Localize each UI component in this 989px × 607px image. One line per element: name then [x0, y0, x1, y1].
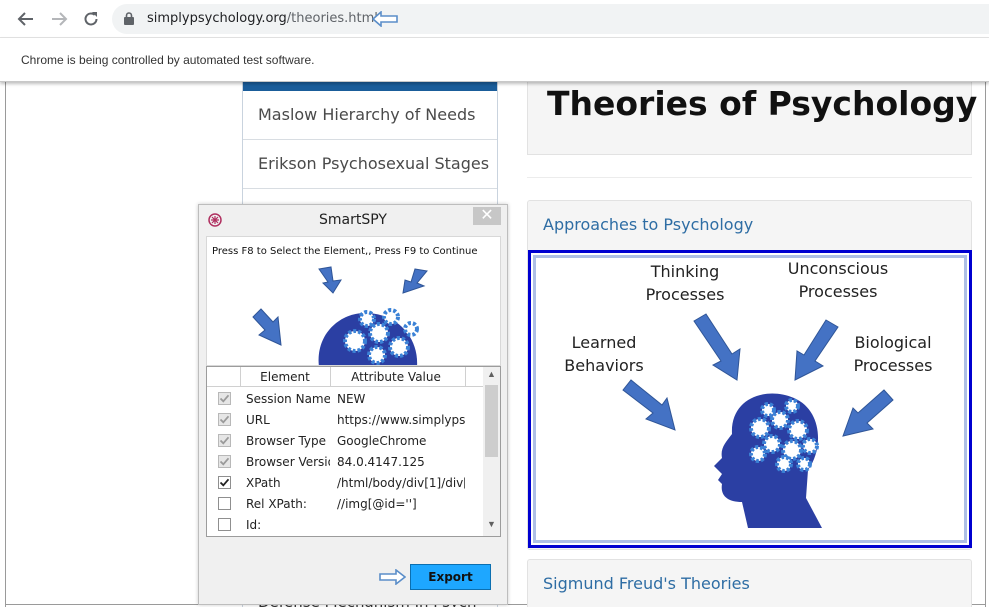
row-element: URL: [246, 413, 270, 427]
row-value: GoogleChrome: [337, 434, 427, 448]
approaches-card: Approaches to Psychology Thinking Proces…: [527, 200, 972, 550]
browser-toolbar: simplypsychology.org/theories.html: [0, 0, 989, 38]
grid-header: Element Attribute Value: [207, 367, 483, 387]
row-element: Browser Type: [246, 434, 327, 448]
table-row[interactable]: XPath /html/body/div[1]/div[3: [207, 473, 483, 494]
forward-button[interactable]: [47, 7, 71, 31]
spy-arrow-icon-2: [402, 268, 428, 294]
checkmark-icon: [219, 436, 230, 445]
psychology-figure: Thinking Processes Unconscious Processes…: [564, 259, 933, 528]
page-title-box: Theories of Psychology: [527, 82, 977, 155]
row-element: Rel XPath:: [246, 497, 307, 511]
row-element: Session Name: [246, 392, 330, 406]
arrow-unconscious-icon: [794, 319, 839, 381]
address-bar[interactable]: simplypsychology.org/theories.html: [112, 4, 989, 34]
page-right-border: [985, 82, 986, 607]
menu-item-erikson[interactable]: Erikson Psychosexual Stages: [243, 140, 497, 189]
arrow-biological-icon: [842, 389, 894, 437]
row-checkbox[interactable]: [218, 476, 231, 489]
arrow-learned-icon: [622, 379, 676, 431]
automation-infobar: Chrome is being controlled by automated …: [0, 38, 989, 82]
checkmark-icon: [219, 457, 230, 466]
smartspy-title: SmartSPY: [319, 212, 387, 228]
instruction-panel: Press F8 to Select the Element,, Press F…: [206, 236, 501, 366]
scroll-up-icon[interactable]: ▲: [487, 369, 496, 379]
menu-item-maslow[interactable]: Maslow Hierarchy of Needs: [243, 91, 497, 140]
row-element: XPath: [246, 476, 281, 490]
table-row[interactable]: Rel XPath: //img[@id='']: [207, 494, 483, 515]
row-checkbox[interactable]: [218, 497, 231, 510]
scroll-thumb[interactable]: [485, 385, 498, 457]
spy-arrow-icon-3: [252, 308, 282, 346]
smartspy-window: SmartSPY ✕ Press F8 to Select the Elemen…: [198, 204, 508, 605]
arrow-left-annotation-icon: [372, 11, 398, 27]
label-unconscious-2: Processes: [799, 282, 878, 301]
divider: [527, 177, 972, 178]
spy-arrow-icon-1: [318, 266, 342, 294]
table-row[interactable]: Browser Type GoogleChrome: [207, 431, 483, 452]
label-learned-2: Behaviors: [564, 356, 643, 375]
column-header-element[interactable]: Element: [240, 370, 330, 384]
row-value: https://www.simplypsych: [337, 413, 465, 427]
reload-button[interactable]: [79, 7, 103, 31]
row-value: /html/body/div[1]/div[3: [337, 476, 465, 490]
checkmark-icon: [219, 394, 230, 403]
export-button[interactable]: Export: [410, 564, 491, 590]
label-biological-2: Processes: [854, 356, 933, 375]
table-row[interactable]: Id:: [207, 515, 483, 536]
row-value: //img[@id='']: [337, 497, 417, 511]
label-thinking-2: Processes: [646, 285, 725, 304]
arrow-left-icon: [17, 12, 33, 26]
instruction-illustration: [252, 266, 428, 365]
freud-link[interactable]: Sigmund Freud's Theories: [528, 560, 971, 607]
page-left-border: [5, 82, 6, 607]
grid-scrollbar[interactable]: ▲ ▼: [483, 367, 500, 536]
label-thinking-1: Thinking: [650, 262, 720, 281]
table-row[interactable]: Browser Versio 84.0.4147.125: [207, 452, 483, 473]
arrow-thinking-icon: [693, 313, 741, 381]
arrow-right-icon: [52, 12, 68, 26]
column-header-attribute-value[interactable]: Attribute Value: [331, 370, 461, 384]
lock-icon: [124, 12, 134, 25]
page-title: Theories of Psychology: [547, 84, 978, 123]
row-checkbox: [218, 413, 231, 426]
menu-header-bar: [243, 82, 497, 91]
close-button[interactable]: ✕: [473, 207, 501, 225]
row-element: Id:: [246, 518, 262, 532]
back-button[interactable]: [14, 7, 38, 31]
row-element: Browser Versio: [246, 455, 330, 469]
table-row[interactable]: URL https://www.simplypsych: [207, 410, 483, 431]
checkmark-icon: [219, 415, 230, 424]
checkmark-icon: [219, 478, 230, 487]
scroll-down-icon[interactable]: ▼: [487, 519, 496, 529]
freud-card: Sigmund Freud's Theories: [527, 559, 972, 607]
label-biological-1: Biological: [854, 333, 931, 352]
row-checkbox: [218, 434, 231, 447]
row-checkbox[interactable]: [218, 518, 231, 531]
arrow-right-annotation-icon: [379, 569, 406, 585]
row-checkbox: [218, 455, 231, 468]
approaches-link[interactable]: Approaches to Psychology: [528, 201, 971, 248]
approaches-image-inner: Thinking Processes Unconscious Processes…: [533, 255, 967, 543]
row-value: 84.0.4147.125: [337, 455, 425, 469]
smartspy-titlebar[interactable]: SmartSPY ✕: [199, 205, 507, 235]
row-value: NEW: [337, 392, 366, 406]
label-learned-1: Learned: [572, 333, 637, 352]
reload-icon: [84, 12, 98, 26]
infobar-text: Chrome is being controlled by automated …: [21, 53, 315, 67]
table-row[interactable]: Session Name NEW: [207, 389, 483, 410]
approaches-image[interactable]: Thinking Processes Unconscious Processes…: [528, 250, 972, 548]
element-attribute-grid: Element Attribute Value Session Name NEW U…: [206, 366, 501, 537]
url-text: simplypsychology.org/theories.html: [147, 11, 378, 26]
row-checkbox: [218, 392, 231, 405]
label-unconscious-1: Unconscious: [788, 259, 888, 278]
